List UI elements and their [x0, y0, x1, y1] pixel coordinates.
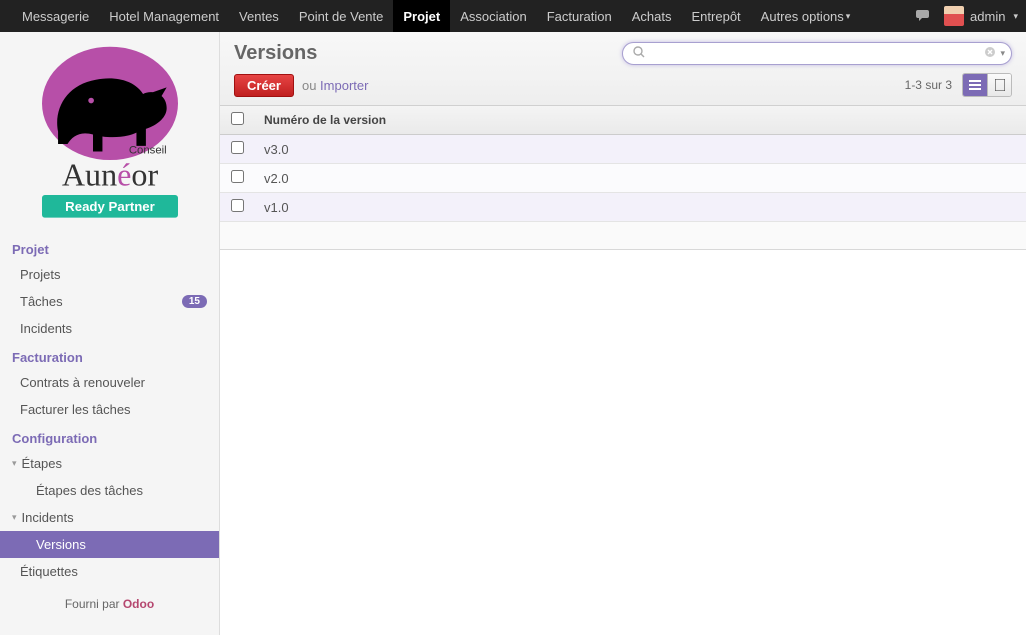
row-checkbox-cell	[220, 164, 254, 193]
top-navbar: Messagerie Hotel Management Ventes Point…	[0, 0, 1026, 32]
or-import: ou Importer	[302, 78, 368, 93]
row-checkbox-cell	[220, 135, 254, 164]
svg-text:Aunéor: Aunéor	[61, 157, 158, 193]
sidebar-item-taches[interactable]: Tâches 15	[0, 288, 219, 315]
sidebar-item-label: Incidents	[22, 510, 74, 525]
or-text: ou	[302, 78, 320, 93]
pager[interactable]: 1-3 sur 3	[905, 78, 952, 92]
user-name: admin	[970, 9, 1005, 24]
sidebar-expand-etapes[interactable]: ▾ Étapes	[0, 450, 219, 477]
nav-association[interactable]: Association	[450, 0, 536, 32]
row-checkbox-cell	[220, 193, 254, 222]
table-row[interactable]: v1.0	[220, 193, 1026, 222]
powered-brand[interactable]: Odoo	[123, 597, 154, 611]
sidebar-sub-versions[interactable]: Versions	[0, 531, 219, 558]
versions-table: Numéro de la version v3.0v2.0v1.0	[220, 106, 1026, 222]
nav-autres-options[interactable]: Autres options ▾	[751, 0, 861, 32]
view-form-button[interactable]	[987, 74, 1011, 96]
svg-text:Conseil: Conseil	[128, 144, 166, 156]
nav-ventes[interactable]: Ventes	[229, 0, 289, 32]
row-version-name: v1.0	[254, 193, 1026, 222]
table-footer-spacer	[220, 222, 1026, 250]
main-content: Versions ▾ Créer ou Importer	[220, 32, 1026, 635]
nav-right: admin ▾	[916, 0, 1018, 32]
user-menu[interactable]: admin ▾	[944, 6, 1018, 26]
svg-text:Ready Partner: Ready Partner	[65, 199, 155, 214]
powered-prefix: Fourni par	[65, 597, 123, 611]
clear-icon[interactable]	[984, 46, 996, 61]
row-checkbox[interactable]	[231, 141, 244, 154]
sidebar-item-label: Étiquettes	[20, 564, 78, 579]
sidebar-item-etiquettes[interactable]: Étiquettes	[0, 558, 219, 585]
nav-point-de-vente[interactable]: Point de Vente	[289, 0, 394, 32]
search-icon	[633, 46, 645, 61]
select-all-header	[220, 106, 254, 135]
chevron-down-icon[interactable]: ▾	[1000, 48, 1005, 59]
nav-messagerie[interactable]: Messagerie	[12, 0, 99, 32]
row-version-name: v2.0	[254, 164, 1026, 193]
sidebar-section-facturation: Facturation	[0, 342, 219, 369]
row-checkbox[interactable]	[231, 199, 244, 212]
sidebar-item-label: Contrats à renouveler	[20, 375, 145, 390]
nav-items: Messagerie Hotel Management Ventes Point…	[12, 0, 916, 32]
sidebar-sub-etapes-taches[interactable]: Étapes des tâches	[0, 477, 219, 504]
search-box[interactable]: ▾	[622, 42, 1012, 65]
powered-by: Fourni par Odoo	[0, 585, 219, 615]
triangle-down-icon: ▾	[12, 458, 17, 469]
sidebar-item-facturer-taches[interactable]: Facturer les tâches	[0, 396, 219, 423]
nav-achats[interactable]: Achats	[622, 0, 682, 32]
column-header-version[interactable]: Numéro de la version	[254, 106, 1026, 135]
table-row[interactable]: v2.0	[220, 164, 1026, 193]
nav-facturation[interactable]: Facturation	[537, 0, 622, 32]
import-link[interactable]: Importer	[320, 78, 368, 93]
row-version-name: v3.0	[254, 135, 1026, 164]
triangle-down-icon: ▾	[12, 512, 17, 523]
create-button[interactable]: Créer	[234, 74, 294, 97]
row-checkbox[interactable]	[231, 170, 244, 183]
select-all-checkbox[interactable]	[231, 112, 244, 125]
view-list-button[interactable]	[963, 74, 987, 96]
nav-hotel-management[interactable]: Hotel Management	[99, 0, 229, 32]
sidebar-item-label: Étapes	[22, 456, 62, 471]
main-header: Versions ▾ Créer ou Importer	[220, 32, 1026, 106]
view-switcher	[962, 73, 1012, 97]
chevron-down-icon: ▾	[1013, 11, 1018, 22]
sidebar-item-incidents[interactable]: Incidents	[0, 315, 219, 342]
sidebar-section-configuration: Configuration	[0, 423, 219, 450]
badge-taches: 15	[182, 295, 207, 308]
sidebar: Conseil Aunéor Ready Partner Projet Proj…	[0, 32, 220, 635]
chevron-down-icon: ▾	[846, 11, 851, 22]
sidebar-expand-incidents[interactable]: ▾ Incidents	[0, 504, 219, 531]
nav-autres-label: Autres options	[761, 9, 844, 24]
sidebar-item-projets[interactable]: Projets	[0, 261, 219, 288]
nav-projet[interactable]: Projet	[393, 0, 450, 32]
sidebar-item-label: Incidents	[20, 321, 72, 336]
sidebar-item-label: Projets	[20, 267, 60, 282]
sidebar-section-projet: Projet	[0, 234, 219, 261]
logo: Conseil Aunéor Ready Partner	[0, 32, 219, 234]
nav-entrepot[interactable]: Entrepôt	[682, 0, 751, 32]
chat-icon[interactable]	[916, 8, 932, 25]
sidebar-item-label: Facturer les tâches	[20, 402, 131, 417]
sidebar-item-contrats[interactable]: Contrats à renouveler	[0, 369, 219, 396]
page-title: Versions	[234, 42, 317, 65]
table-row[interactable]: v3.0	[220, 135, 1026, 164]
avatar	[944, 6, 964, 26]
sidebar-item-label: Tâches	[20, 294, 63, 309]
search-input[interactable]	[651, 47, 984, 61]
